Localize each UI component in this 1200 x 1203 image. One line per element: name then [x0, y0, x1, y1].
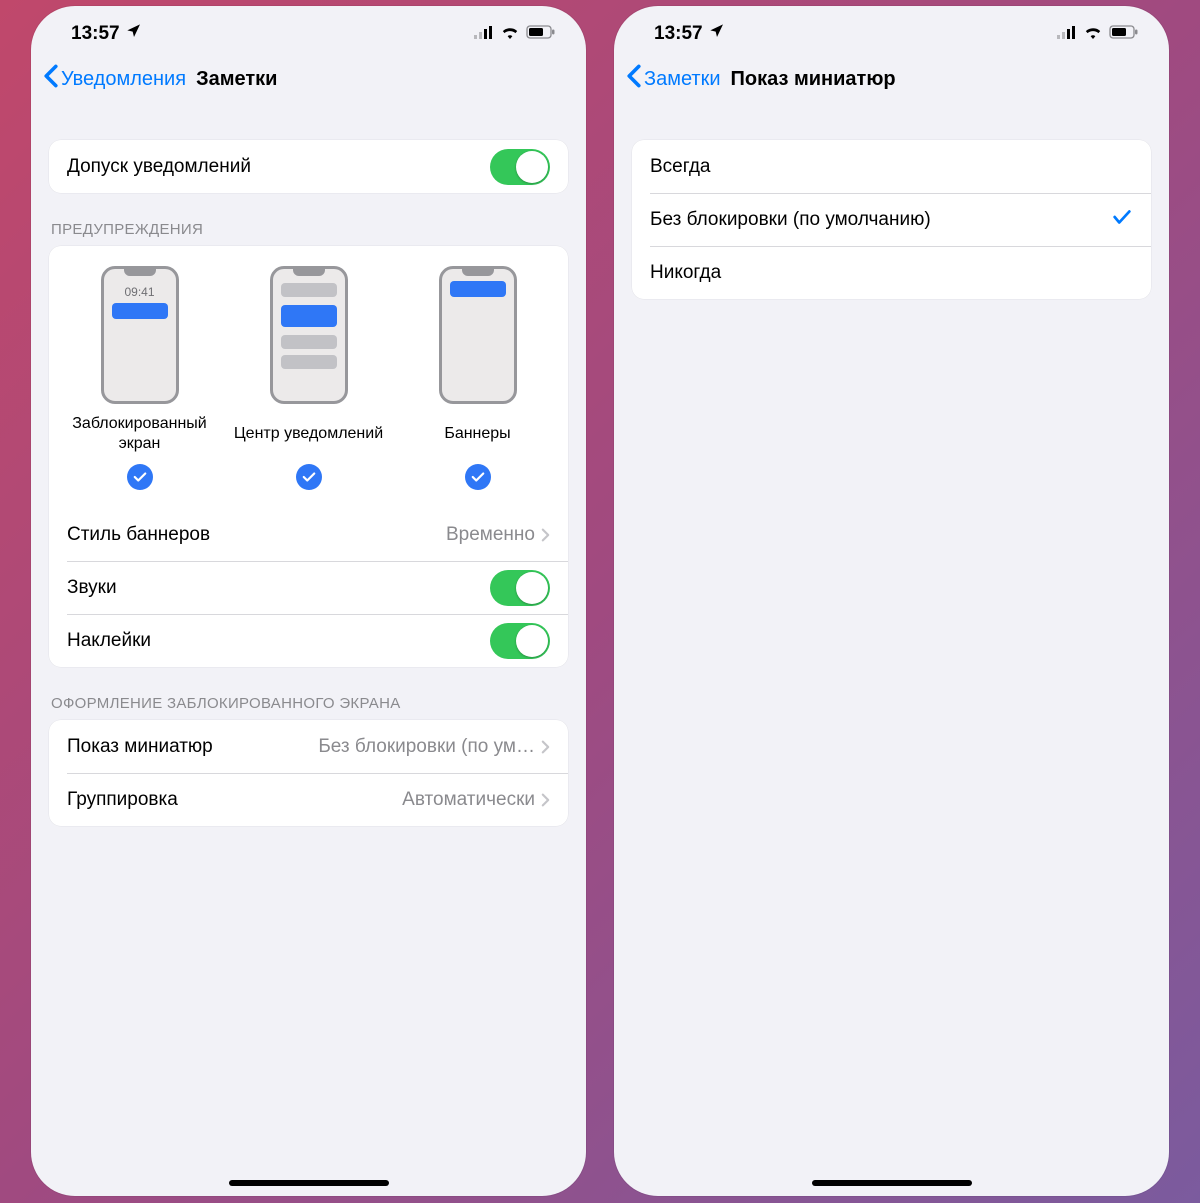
option-label: Без блокировки (по умолчанию) — [650, 209, 931, 231]
grouping-value: Автоматически — [402, 789, 535, 811]
lockscreen-header: ОФОРМЛЕНИЕ ЗАБЛОКИРОВАННОГО ЭКРАНА — [31, 667, 586, 720]
banner-style-row[interactable]: Стиль баннеров Временно — [49, 508, 568, 561]
status-icons — [474, 23, 556, 45]
badges-row[interactable]: Наклейки — [49, 614, 568, 667]
home-indicator[interactable] — [229, 1180, 389, 1186]
nav-bar: Заметки Показ миниатюр — [614, 54, 1169, 104]
home-indicator[interactable] — [812, 1180, 972, 1186]
alerts-header: ПРЕДУПРЕЖДЕНИЯ — [31, 193, 586, 246]
option-never[interactable]: Никогда — [632, 246, 1151, 299]
back-button[interactable]: Уведомления — [39, 64, 186, 94]
page-title: Заметки — [196, 68, 277, 91]
back-label: Уведомления — [61, 68, 186, 91]
battery-icon — [1109, 23, 1139, 45]
grouping-label: Группировка — [67, 789, 178, 811]
banner-style-label: Стиль баннеров — [67, 524, 210, 546]
status-bar: 13:57 — [31, 6, 586, 54]
status-time: 13:57 — [71, 23, 142, 45]
checkmark-icon — [1111, 206, 1133, 234]
option-always[interactable]: Всегда — [632, 140, 1151, 193]
option-label: Всегда — [650, 156, 710, 178]
phone-right-previews: 13:57 Заметки Показ миниатюр — [614, 6, 1169, 1196]
banner-style-value: Временно — [446, 524, 535, 546]
option-unlocked-default[interactable]: Без блокировки (по умолчанию) — [632, 193, 1151, 246]
preview-options: Всегда Без блокировки (по умолчанию) Ник… — [632, 140, 1151, 299]
status-bar: 13:57 — [614, 6, 1169, 54]
lockscreen-group: Показ миниатюр Без блокировки (по ум… Гр… — [49, 720, 568, 826]
sounds-label: Звуки — [67, 577, 117, 599]
battery-icon — [526, 23, 556, 45]
alert-center-check[interactable] — [296, 464, 322, 490]
chevron-right-icon — [541, 792, 550, 808]
status-time-text: 13:57 — [654, 23, 703, 45]
lockscreen-preview-icon: 09:41 — [101, 266, 179, 404]
previews-row[interactable]: Показ миниатюр Без блокировки (по ум… — [49, 720, 568, 773]
notif-center-preview-icon — [270, 266, 348, 404]
alert-lock-label: Заблокированный экран — [55, 414, 224, 454]
page-title: Показ миниатюр — [731, 68, 896, 91]
alerts-row: 09:41 Заблокированный экран Центр уведом… — [49, 246, 568, 508]
allow-notifications-row[interactable]: Допуск уведомлений — [49, 140, 568, 193]
alert-notif-center[interactable]: Центр уведомлений — [224, 266, 393, 490]
chevron-left-icon — [43, 64, 59, 94]
signal-icon — [474, 23, 494, 45]
allow-toggle[interactable] — [490, 149, 550, 185]
allow-label: Допуск уведомлений — [67, 156, 251, 178]
status-time-text: 13:57 — [71, 23, 120, 45]
badges-label: Наклейки — [67, 630, 151, 652]
option-label: Никогда — [650, 262, 721, 284]
badges-toggle[interactable] — [490, 623, 550, 659]
previews-value: Без блокировки (по ум… — [318, 736, 535, 758]
grouping-row[interactable]: Группировка Автоматически — [49, 773, 568, 826]
location-icon — [709, 23, 725, 45]
alert-banner-label: Баннеры — [444, 414, 510, 454]
status-time: 13:57 — [654, 23, 725, 45]
sounds-toggle[interactable] — [490, 570, 550, 606]
wifi-icon — [1083, 23, 1103, 45]
alert-center-label: Центр уведомлений — [234, 414, 383, 454]
alert-banner-check[interactable] — [465, 464, 491, 490]
banner-preview-icon — [439, 266, 517, 404]
chevron-right-icon — [541, 527, 550, 543]
sounds-row[interactable]: Звуки — [49, 561, 568, 614]
alert-banners[interactable]: Баннеры — [393, 266, 562, 490]
previews-label: Показ миниатюр — [67, 736, 213, 758]
wifi-icon — [500, 23, 520, 45]
back-button[interactable]: Заметки — [622, 64, 721, 94]
allow-group: Допуск уведомлений — [49, 140, 568, 193]
location-icon — [126, 23, 142, 45]
alerts-group: 09:41 Заблокированный экран Центр уведом… — [49, 246, 568, 667]
chevron-left-icon — [626, 64, 642, 94]
lock-preview-time: 09:41 — [104, 285, 176, 299]
alert-lockscreen[interactable]: 09:41 Заблокированный экран — [55, 266, 224, 490]
chevron-right-icon — [541, 739, 550, 755]
phone-left-settings: 13:57 Уведомления Заметки — [31, 6, 586, 1196]
nav-bar: Уведомления Заметки — [31, 54, 586, 104]
signal-icon — [1057, 23, 1077, 45]
status-icons — [1057, 23, 1139, 45]
alert-lock-check[interactable] — [127, 464, 153, 490]
back-label: Заметки — [644, 68, 721, 91]
